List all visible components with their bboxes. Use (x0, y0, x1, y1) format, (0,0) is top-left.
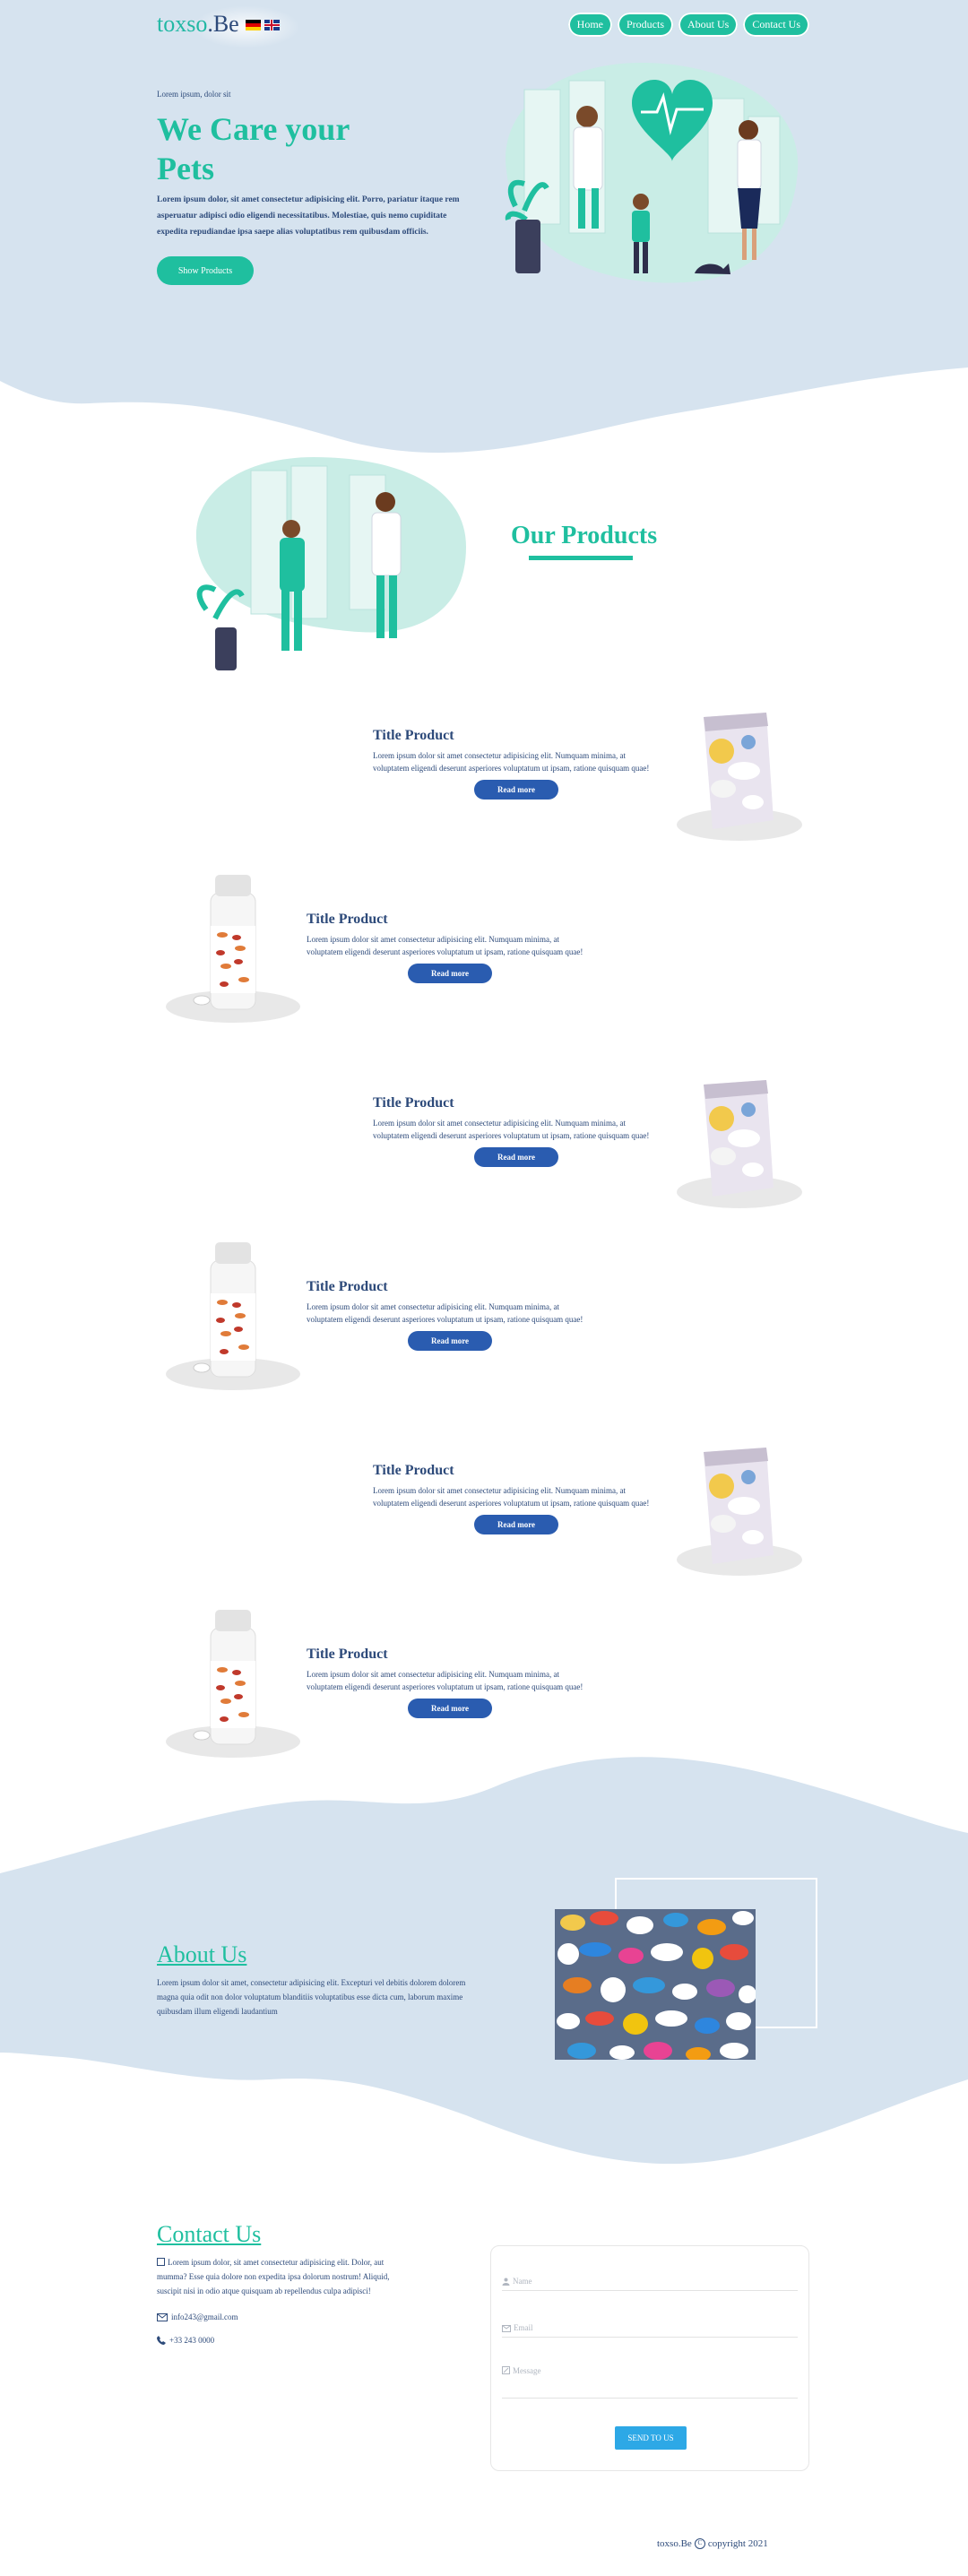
page: toxso.Be Home Products About Us Contact … (0, 0, 968, 2576)
contact-form: Name Email Message SEND TO US (490, 2245, 809, 2471)
name-placeholder: Name (513, 2277, 532, 2286)
brand-logo[interactable]: toxso.Be (157, 11, 239, 38)
pencil-icon (502, 2366, 510, 2374)
footer-copyright: copyright 2021 (707, 2538, 768, 2549)
nav-about-us[interactable]: About Us (678, 13, 739, 37)
hero-background (0, 0, 968, 454)
message-placeholder: Message (513, 2366, 541, 2375)
contact-title[interactable]: Contact Us (157, 2221, 261, 2248)
doctors-illustration (195, 457, 466, 670)
product-6-bottle-icon (166, 1610, 300, 1758)
nav-contact-us[interactable]: Contact Us (743, 13, 809, 37)
contact-phone: +33 243 0000 (169, 2336, 215, 2345)
copyright-icon: C (694, 2538, 705, 2549)
brand-name: toxso (157, 11, 208, 37)
contact-phone-line[interactable]: +33 243 0000 (157, 2336, 214, 2345)
nav-home[interactable]: Home (567, 13, 612, 37)
email-field[interactable]: Email (502, 2318, 798, 2338)
product-5-title: Title Product (373, 1463, 454, 1478)
brand-suffix: .Be (207, 11, 239, 37)
about-title[interactable]: About Us (157, 1941, 246, 1968)
products-underline (529, 556, 633, 560)
product-2-title: Title Product (307, 912, 388, 927)
hero-title: We Care your Pets (157, 111, 350, 186)
user-icon (502, 2278, 510, 2286)
contact-text: Lorem ipsum dolor, sit amet consectetur … (157, 2255, 390, 2298)
german-flag-icon[interactable] (246, 20, 261, 30)
info-icon (157, 2258, 165, 2266)
product-3-desc: Lorem ipsum dolor sit amet consectetur a… (373, 1119, 650, 1140)
product-6-read-more-button[interactable]: Read more (408, 1699, 492, 1718)
product-2-read-more-button[interactable]: Read more (408, 964, 492, 983)
email-placeholder: Email (514, 2323, 533, 2332)
contact-email-line[interactable]: info243@gmail.com (157, 2312, 238, 2321)
product-2-desc: Lorem ipsum dolor sit amet consectetur a… (307, 935, 583, 956)
product-1-title: Title Product (373, 728, 454, 743)
nav-products[interactable]: Products (617, 13, 673, 37)
product-2-bottle-icon (166, 875, 300, 1023)
about-text: Lorem ipsum dolor sit amet, consectetur … (157, 1978, 466, 2016)
product-5-desc: Lorem ipsum dolor sit amet consectetur a… (373, 1486, 650, 1508)
product-3-read-more-button[interactable]: Read more (474, 1147, 558, 1167)
footer-brand: toxso.Be (657, 2538, 692, 2549)
product-1-bag-icon (677, 713, 802, 841)
product-3-title: Title Product (373, 1095, 454, 1111)
message-field[interactable]: Message (502, 2361, 798, 2399)
product-6-desc: Lorem ipsum dolor sit amet consectetur a… (307, 1670, 583, 1691)
send-button[interactable]: SEND TO US (615, 2426, 687, 2450)
name-field[interactable]: Name (502, 2271, 798, 2291)
product-4-read-more-button[interactable]: Read more (408, 1331, 492, 1351)
hero-text: Lorem ipsum dolor, sit amet consectetur … (157, 195, 460, 237)
products-heading: Our Products (511, 522, 658, 549)
vet-illustration (505, 63, 799, 283)
email-icon (502, 2325, 511, 2332)
product-1-read-more-button[interactable]: Read more (474, 780, 558, 800)
contact-text-body: Lorem ipsum dolor, sit amet consectetur … (157, 2258, 390, 2295)
pills-image (555, 1909, 756, 2060)
uk-flag-icon[interactable] (264, 20, 280, 30)
product-5-read-more-button[interactable]: Read more (474, 1515, 558, 1534)
main-nav: Home Products About Us Contact Us (567, 13, 809, 37)
phone-icon (157, 2336, 166, 2345)
envelope-icon (157, 2312, 168, 2321)
about-background (0, 1757, 968, 2165)
product-4-desc: Lorem ipsum dolor sit amet consectetur a… (307, 1302, 583, 1324)
product-5-bag-icon (677, 1448, 802, 1576)
product-1-desc: Lorem ipsum dolor sit amet consectetur a… (373, 751, 650, 773)
show-products-button[interactable]: Show Products (157, 256, 254, 285)
product-4-title: Title Product (307, 1279, 388, 1294)
footer: toxso.Be C copyright 2021 (657, 2538, 768, 2549)
contact-email: info243@gmail.com (171, 2312, 238, 2321)
product-4-bottle-icon (166, 1242, 300, 1390)
product-6-title: Title Product (307, 1647, 388, 1662)
hero-kicker: Lorem ipsum, dolor sit (157, 90, 231, 99)
product-3-bag-icon (677, 1080, 802, 1208)
